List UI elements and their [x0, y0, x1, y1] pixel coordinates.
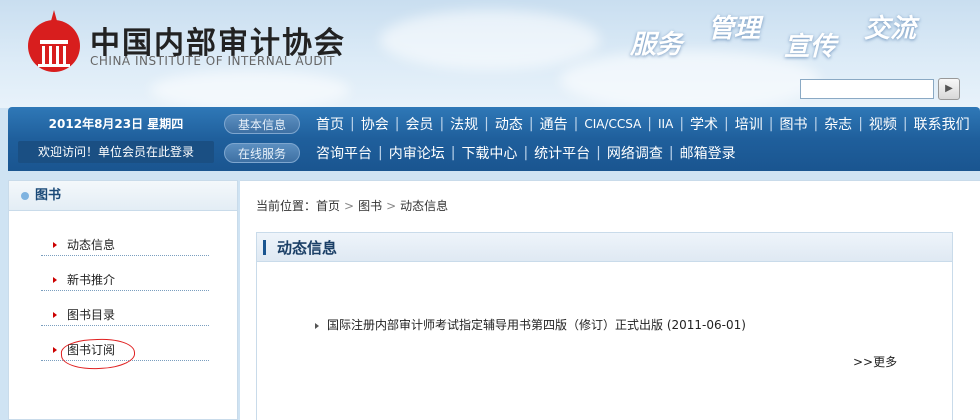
sidebar-item-label: 动态信息 — [67, 238, 116, 252]
nav-training[interactable]: 培训 — [729, 114, 769, 134]
cloud-decoration — [560, 50, 820, 108]
breadcrumb-current: 动态信息 — [400, 199, 449, 213]
nav-mail-login[interactable]: 邮箱登录 — [674, 143, 742, 163]
slogan-promotion: 宣传 — [784, 32, 837, 62]
arrow-right-icon — [53, 277, 57, 283]
arrow-right-icon — [53, 242, 57, 248]
institute-logo-icon[interactable] — [26, 6, 82, 76]
panel-title: 动态信息 — [277, 239, 338, 257]
highlight-circle-annotation — [60, 337, 136, 371]
sidebar-item-news[interactable]: 动态信息 — [41, 234, 209, 256]
current-date: 2012年8月23日 星期四 — [48, 117, 184, 131]
breadcrumb-prefix: 当前位置： — [256, 199, 317, 213]
nav-notices[interactable]: 通告 — [534, 114, 574, 134]
breadcrumb-separator-icon: > — [386, 199, 397, 213]
news-panel: 动态信息 国际注册内部审计师考试指定辅导用书第四版（修订）正式出版 (2011-… — [256, 232, 953, 420]
nav-association[interactable]: 协会 — [355, 114, 395, 134]
sidebar-item-new-books[interactable]: 新书推介 — [41, 269, 209, 291]
online-service-tag: 在线服务 — [224, 143, 300, 163]
breadcrumb-home[interactable]: 首页 — [316, 199, 340, 213]
panel-accent-bar — [263, 240, 266, 255]
nav-consult-platform[interactable]: 咨询平台 — [310, 143, 378, 163]
sidebar-item-label: 新书推介 — [67, 273, 116, 287]
sidebar-header: 图书 — [9, 181, 237, 211]
arrow-right-icon — [53, 347, 57, 353]
nav-books[interactable]: 图书 — [773, 114, 813, 134]
nav-download-center[interactable]: 下载中心 — [455, 143, 523, 163]
basic-info-tag: 基本信息 — [224, 114, 300, 134]
search-input[interactable] — [800, 79, 934, 99]
nav-cia-ccsa[interactable]: CIA/CCSA — [578, 117, 647, 131]
member-login-link[interactable]: 欢迎访问！单位会员在此登录 — [18, 141, 214, 163]
search-button[interactable]: ▶ — [938, 78, 960, 100]
arrow-right-icon — [53, 312, 57, 318]
news-item-label: 国际注册内部审计师考试指定辅导用书第四版（修订）正式出版 (2011-06-01… — [327, 318, 746, 332]
cloud-decoration — [380, 10, 600, 70]
sidebar-item-catalog[interactable]: 图书目录 — [41, 304, 209, 326]
nav-video[interactable]: 视频 — [863, 114, 903, 134]
nav-row-online: 咨询平台 | 内审论坛 | 下载中心 | 统计平台 | 网络调查 | 邮箱登录 — [310, 143, 742, 163]
nav-audit-forum[interactable]: 内审论坛 — [383, 143, 451, 163]
nav-row-basic: 首页 | 协会 | 会员 | 法规 | 动态 | 通告 | CIA/CCSA | IIA | 学… — [310, 114, 976, 134]
main-content: 当前位置：首页 > 图书 > 动态信息 动态信息 国际注册内部审计师考试指定辅导用书第四… — [240, 180, 980, 420]
nav-magazine[interactable]: 杂志 — [818, 114, 858, 134]
breadcrumb-books[interactable]: 图书 — [358, 199, 382, 213]
site-name-en: CHINA INSTITUTE OF INTERNAL AUDIT — [90, 54, 335, 68]
bullet-icon — [21, 191, 29, 200]
nav-members[interactable]: 会员 — [399, 114, 439, 134]
nav-news[interactable]: 动态 — [489, 114, 529, 134]
nav-iia[interactable]: IIA — [652, 117, 679, 131]
nav-contact[interactable]: 联系我们 — [908, 114, 976, 134]
site-header: 中国内部审计协会 CHINA INSTITUTE OF INTERNAL AUD… — [0, 0, 980, 108]
nav-online-survey[interactable]: 网络调查 — [601, 143, 669, 163]
nav-regulations[interactable]: 法规 — [444, 114, 484, 134]
news-item[interactable]: 国际注册内部审计师考试指定辅导用书第四版（修订）正式出版 (2011-06-01… — [315, 316, 746, 333]
slogan-service: 服务 — [630, 30, 683, 60]
main-navbar: 2012年8月23日 星期四 欢迎访问！单位会员在此登录 基本信息 首页 | 协会… — [8, 107, 980, 171]
nav-statistics-platform[interactable]: 统计平台 — [528, 143, 596, 163]
slogan-management: 管理 — [708, 14, 761, 44]
more-link[interactable]: >>更多 — [853, 353, 897, 370]
nav-home[interactable]: 首页 — [310, 114, 350, 134]
sidebar-item-label: 图书目录 — [67, 308, 116, 322]
panel-header: 动态信息 — [257, 233, 952, 262]
left-sidebar: 图书 动态信息 新书推介 图书目录 图书订阅 — [8, 180, 238, 420]
cloud-decoration — [150, 70, 350, 108]
breadcrumb-separator-icon: > — [344, 199, 355, 213]
arrow-right-icon — [315, 322, 319, 329]
sidebar-title: 图书 — [35, 188, 62, 203]
breadcrumb: 当前位置：首页 > 图书 > 动态信息 — [256, 197, 448, 214]
slogan-exchange: 交流 — [864, 14, 917, 44]
nav-academic[interactable]: 学术 — [684, 114, 724, 134]
